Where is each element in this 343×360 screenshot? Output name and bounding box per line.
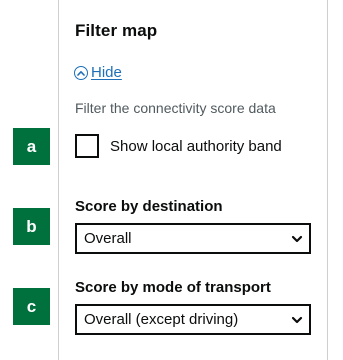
annotation-badge-b: b: [13, 208, 50, 245]
filter-hint: Filter the connectivity score data: [75, 100, 276, 116]
chevron-down-icon: [291, 235, 303, 242]
hide-link-label: Hide: [91, 64, 122, 81]
destination-select[interactable]: Overall: [75, 223, 311, 254]
destination-label: Score by destination: [75, 198, 223, 215]
local-authority-band-option[interactable]: Show local authority band: [75, 134, 282, 158]
chevron-up-circle-icon: [74, 65, 88, 80]
destination-select-value: Overall: [84, 230, 132, 247]
panel-title: Filter map: [75, 21, 158, 40]
local-authority-band-label[interactable]: Show local authority band: [110, 138, 282, 155]
hide-link[interactable]: Hide: [74, 64, 122, 81]
filter-panel: Filter map Hide Filter the connectivity …: [58, 0, 328, 360]
mode-select[interactable]: Overall (except driving): [75, 304, 311, 335]
mode-label: Score by mode of transport: [75, 279, 271, 296]
page: a b c Filter map Hide Filter the connect…: [0, 0, 343, 360]
annotation-badge-c: c: [13, 288, 50, 325]
annotation-badge-a: a: [13, 128, 50, 165]
chevron-down-icon: [291, 316, 303, 323]
mode-select-value: Overall (except driving): [84, 311, 239, 328]
local-authority-band-checkbox[interactable]: [75, 134, 99, 158]
